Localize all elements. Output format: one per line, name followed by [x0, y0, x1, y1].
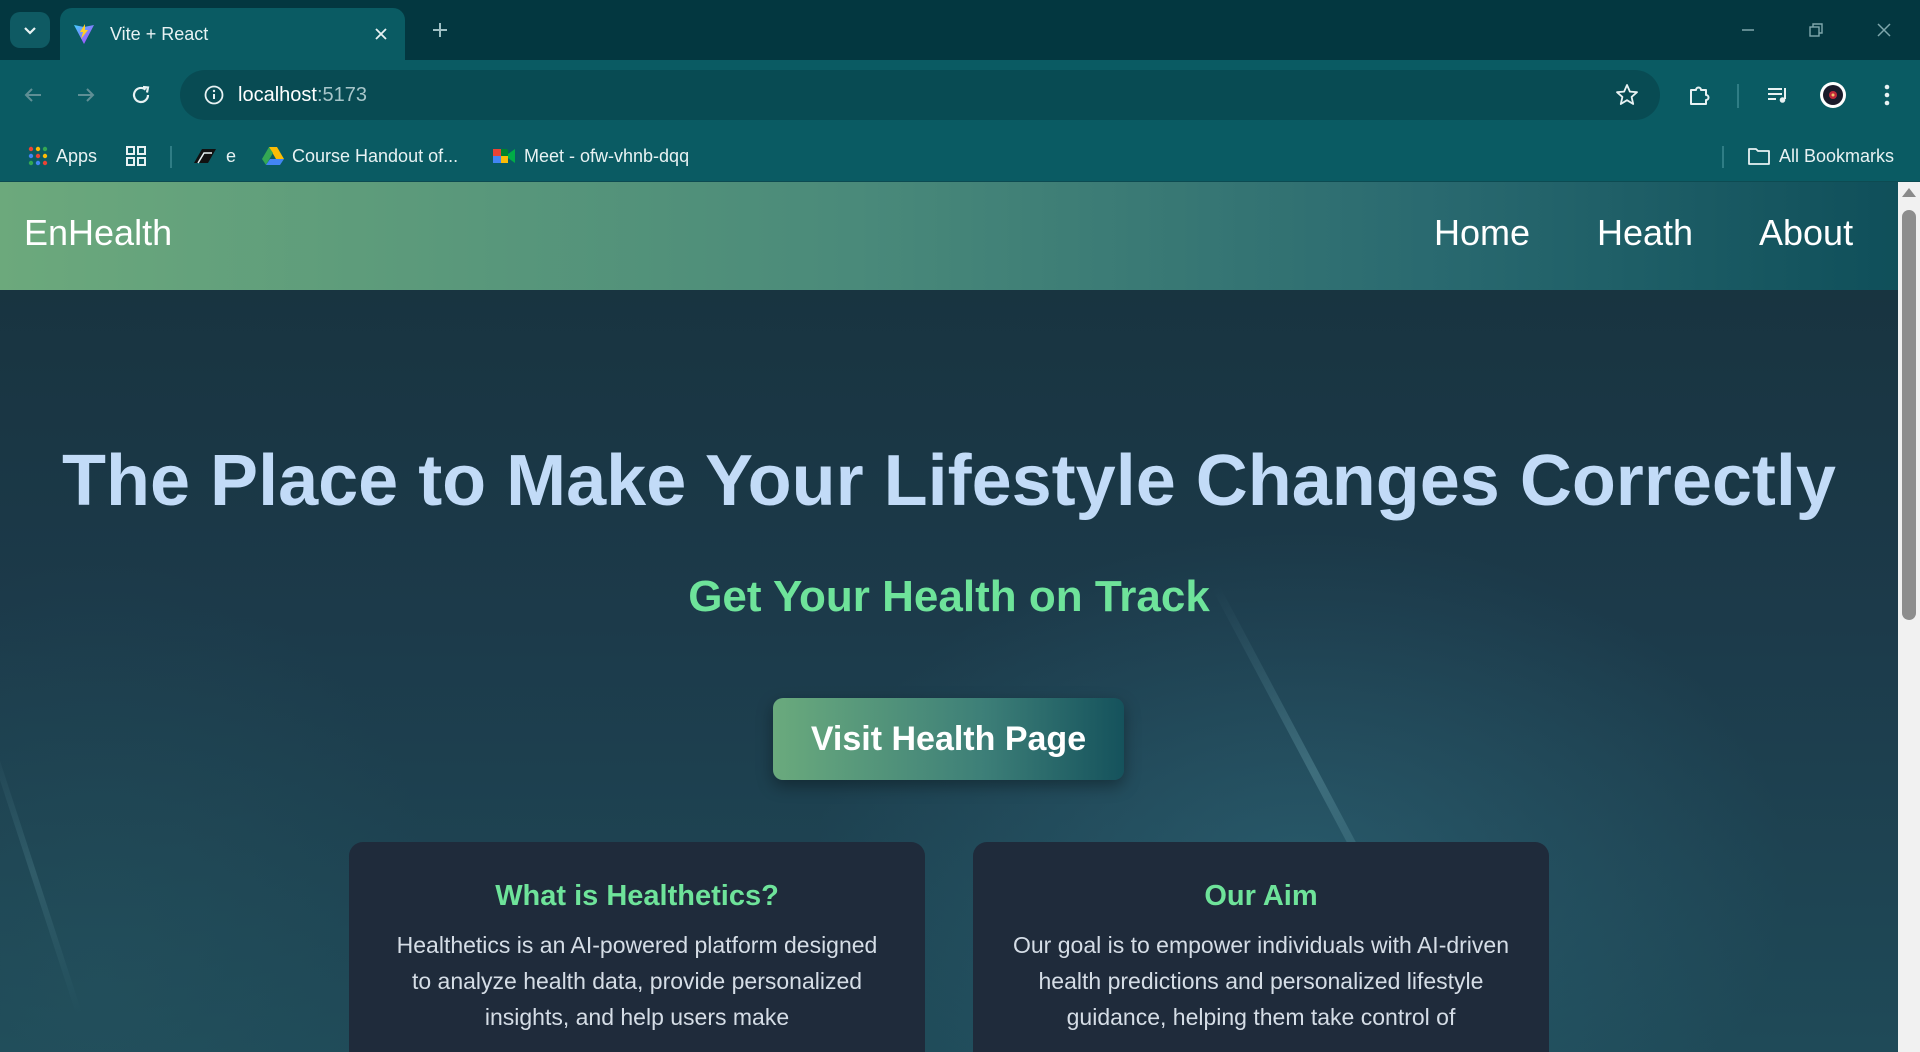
bookmark-course-handout[interactable]: Course Handout of...	[262, 140, 458, 172]
reload-button[interactable]	[121, 75, 161, 115]
bookmark-apps[interactable]: Apps	[28, 140, 97, 172]
bookmark-label: Meet - ofw-vhnb-dqq	[524, 145, 690, 166]
chrome-menu-button[interactable]	[1867, 75, 1907, 115]
new-tab-button[interactable]	[424, 14, 456, 46]
hero-title: The Place to Make Your Lifestyle Changes…	[62, 441, 1836, 521]
bookmark-label: Course Handout of...	[292, 145, 459, 166]
tab-search-button[interactable]	[10, 12, 50, 48]
bookmark-divider	[170, 146, 172, 168]
forward-button[interactable]	[66, 75, 106, 115]
url-host: localhost	[238, 83, 317, 106]
bookmark-meet[interactable]: Meet - ofw-vhnb-dqq	[492, 140, 689, 172]
bookmark-e[interactable]: e	[192, 140, 236, 172]
close-tab-icon[interactable]	[369, 22, 393, 46]
browser-toolbar: localhost:5173	[0, 60, 1920, 130]
card-text: Healthetics is an AI-powered platform de…	[396, 932, 878, 1030]
google-drive-icon	[262, 146, 284, 166]
reload-icon	[132, 85, 150, 104]
puzzle-icon	[1690, 86, 1710, 105]
playlist-icon	[1768, 88, 1786, 103]
page-scrollbar[interactable]	[1898, 182, 1920, 1052]
all-bookmarks-label: All Bookmarks	[1779, 145, 1895, 166]
minimize-button[interactable]	[1726, 10, 1770, 50]
bookmark-label: Apps	[56, 145, 98, 166]
apps-grid-icon	[28, 146, 48, 166]
bookmark-grid[interactable]	[125, 140, 155, 172]
bookmarks-bar: Apps e Course Handout of... Meet - ofw-v…	[0, 130, 1920, 182]
restore-icon	[1809, 23, 1823, 37]
avatar-icon	[1820, 82, 1846, 108]
toolbar-divider	[1737, 84, 1739, 108]
plus-icon	[433, 23, 447, 37]
nav-link-about[interactable]: About	[1759, 212, 1853, 254]
tab-title: Vite + React	[110, 23, 209, 44]
minimize-icon	[1742, 29, 1754, 31]
page-viewport: EnHealth Home Heath About The Place to M…	[0, 182, 1898, 1052]
arrow-left-icon	[24, 88, 41, 102]
site-navbar: EnHealth Home Heath About	[0, 182, 1898, 290]
folder-icon	[1747, 146, 1771, 166]
more-vertical-icon	[1884, 84, 1890, 106]
info-card-healthetics: What is Healthetics? Healthetics is an A…	[349, 842, 925, 1052]
close-window-button[interactable]	[1862, 10, 1906, 50]
all-bookmarks-button[interactable]: All Bookmarks	[1747, 140, 1894, 172]
address-bar[interactable]: localhost:5173	[180, 70, 1660, 120]
arrow-right-icon	[78, 88, 95, 102]
close-icon	[1877, 23, 1891, 37]
bookmark-divider	[1722, 146, 1724, 168]
grid-icon	[125, 145, 147, 167]
nav-link-health[interactable]: Heath	[1597, 212, 1693, 254]
chevron-down-icon	[24, 27, 36, 35]
bookmark-label: e	[226, 145, 237, 166]
site-info-icon[interactable]	[190, 70, 238, 120]
card-title: What is Healthetics?	[495, 880, 779, 912]
nav-link-home[interactable]: Home	[1434, 212, 1530, 254]
scrollbar-thumb[interactable]	[1902, 210, 1916, 620]
url-port: :5173	[316, 83, 367, 106]
brand-logo-icon	[192, 147, 218, 165]
browser-titlebar: Vite + React	[0, 0, 1920, 60]
visit-health-page-button[interactable]: Visit Health Page	[773, 698, 1124, 780]
bookmark-star-icon[interactable]	[1614, 82, 1640, 108]
card-text: Our goal is to empower individuals with …	[1013, 932, 1510, 1030]
google-meet-icon	[492, 146, 516, 166]
vite-logo-icon	[74, 24, 94, 44]
card-title: Our Aim	[1204, 880, 1318, 912]
profile-avatar[interactable]	[1813, 75, 1853, 115]
scroll-up-icon[interactable]	[1902, 188, 1916, 197]
restore-button[interactable]	[1794, 10, 1838, 50]
browser-tab[interactable]: Vite + React	[60, 8, 405, 60]
background-light-streak	[0, 728, 83, 1016]
info-card-aim: Our Aim Our goal is to empower individua…	[973, 842, 1549, 1052]
extensions-button[interactable]	[1679, 75, 1719, 115]
hero-subtitle: Get Your Health on Track	[688, 572, 1210, 621]
back-button[interactable]	[13, 75, 53, 115]
media-control-button[interactable]	[1758, 75, 1798, 115]
site-brand[interactable]: EnHealth	[24, 212, 172, 254]
